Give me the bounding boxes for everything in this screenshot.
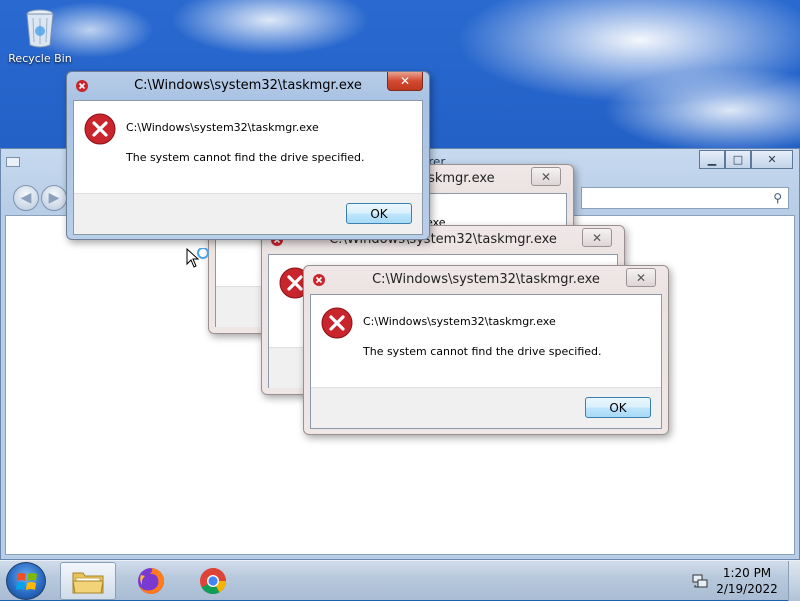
minimize-button[interactable]: ▁ xyxy=(699,150,725,169)
dialog-button-area: OK xyxy=(74,193,422,234)
back-arrow-icon: ◀ xyxy=(20,190,32,206)
dialog-message-area: C:\Windows\system32\taskmgr.exe The syst… xyxy=(311,295,661,387)
explorer-window-icon xyxy=(6,157,20,167)
dialog-body: C:\Windows\system32\taskmgr.exe The syst… xyxy=(310,294,662,429)
maximize-button[interactable]: □ xyxy=(725,150,751,169)
ok-button[interactable]: OK xyxy=(346,203,412,224)
dialog-title-bar[interactable]: C:\Windows\system32\taskmgr.exe ✕ xyxy=(310,266,662,294)
dialog-close-button[interactable]: ✕ xyxy=(582,228,612,247)
taskbar-item-firefox[interactable] xyxy=(123,562,179,600)
taskbar-item-explorer[interactable] xyxy=(60,562,116,600)
dialog-close-button[interactable]: ✕ xyxy=(531,167,561,186)
dialog-message-area: C:\Windows\system32\taskmgr.exe The syst… xyxy=(74,101,422,193)
dialog-message-text: The system cannot find the drive specifi… xyxy=(126,151,365,164)
explorer-caption-buttons: ▁ □ ✕ xyxy=(699,150,793,169)
show-desktop-button[interactable] xyxy=(788,561,800,601)
search-icon: ⚲ xyxy=(773,191,782,205)
explorer-close-button[interactable]: ✕ xyxy=(751,150,793,169)
ok-button[interactable]: OK xyxy=(585,397,651,418)
clock[interactable]: 1:20 PM 2/19/2022 xyxy=(714,565,780,597)
search-input[interactable]: ⚲ xyxy=(581,187,789,209)
clock-date: 2/19/2022 xyxy=(716,582,778,596)
error-icon xyxy=(84,113,116,145)
back-button[interactable]: ◀ xyxy=(13,185,39,211)
clock-time: 1:20 PM xyxy=(722,566,772,580)
dialog-body: C:\Windows\system32\taskmgr.exe The syst… xyxy=(73,100,423,235)
recycle-bin-icon xyxy=(25,8,55,48)
dialog-message-text: The system cannot find the drive specifi… xyxy=(363,345,602,358)
windows-logo-icon xyxy=(16,573,37,590)
dialog-button-area: OK xyxy=(311,387,661,428)
dialog-close-button[interactable]: ✕ xyxy=(387,72,423,91)
firefox-icon xyxy=(138,568,164,594)
desktop-icon-recycle-bin[interactable]: Recycle Bin xyxy=(8,8,72,65)
dialog-close-button[interactable]: ✕ xyxy=(626,268,656,287)
error-icon xyxy=(321,307,353,339)
busy-cursor-icon xyxy=(186,248,209,268)
dialog-title: C:\Windows\system32\taskmgr.exe xyxy=(372,272,600,287)
desktop: Recycle Bin orer ▁ □ ✕ ◀ ▶ ⚲ taskmgr.exe… xyxy=(0,0,800,560)
folder-icon xyxy=(72,572,104,594)
chrome-icon xyxy=(200,568,227,595)
recycle-bin-label: Recycle Bin xyxy=(8,52,72,65)
dialog-title-bar[interactable]: C:\Windows\system32\taskmgr.exe ✕ xyxy=(73,72,423,100)
start-button[interactable] xyxy=(6,562,46,600)
forward-button[interactable]: ▶ xyxy=(41,185,67,211)
taskbar: 1:20 PM 2/19/2022 xyxy=(0,560,800,601)
error-dialog-4: C:\Windows\system32\taskmgr.exe ✕ C:\Win… xyxy=(303,265,669,435)
network-icon[interactable] xyxy=(692,573,708,589)
forward-arrow-icon: ▶ xyxy=(48,190,60,206)
error-dialog-1: C:\Windows\system32\taskmgr.exe ✕ C:\Win… xyxy=(66,71,430,240)
dialog-path-text: C:\Windows\system32\taskmgr.exe xyxy=(126,121,319,134)
dialog-title: C:\Windows\system32\taskmgr.exe xyxy=(134,78,362,93)
taskbar-item-chrome[interactable] xyxy=(185,562,241,600)
dialog-path-text: C:\Windows\system32\taskmgr.exe xyxy=(363,315,556,328)
